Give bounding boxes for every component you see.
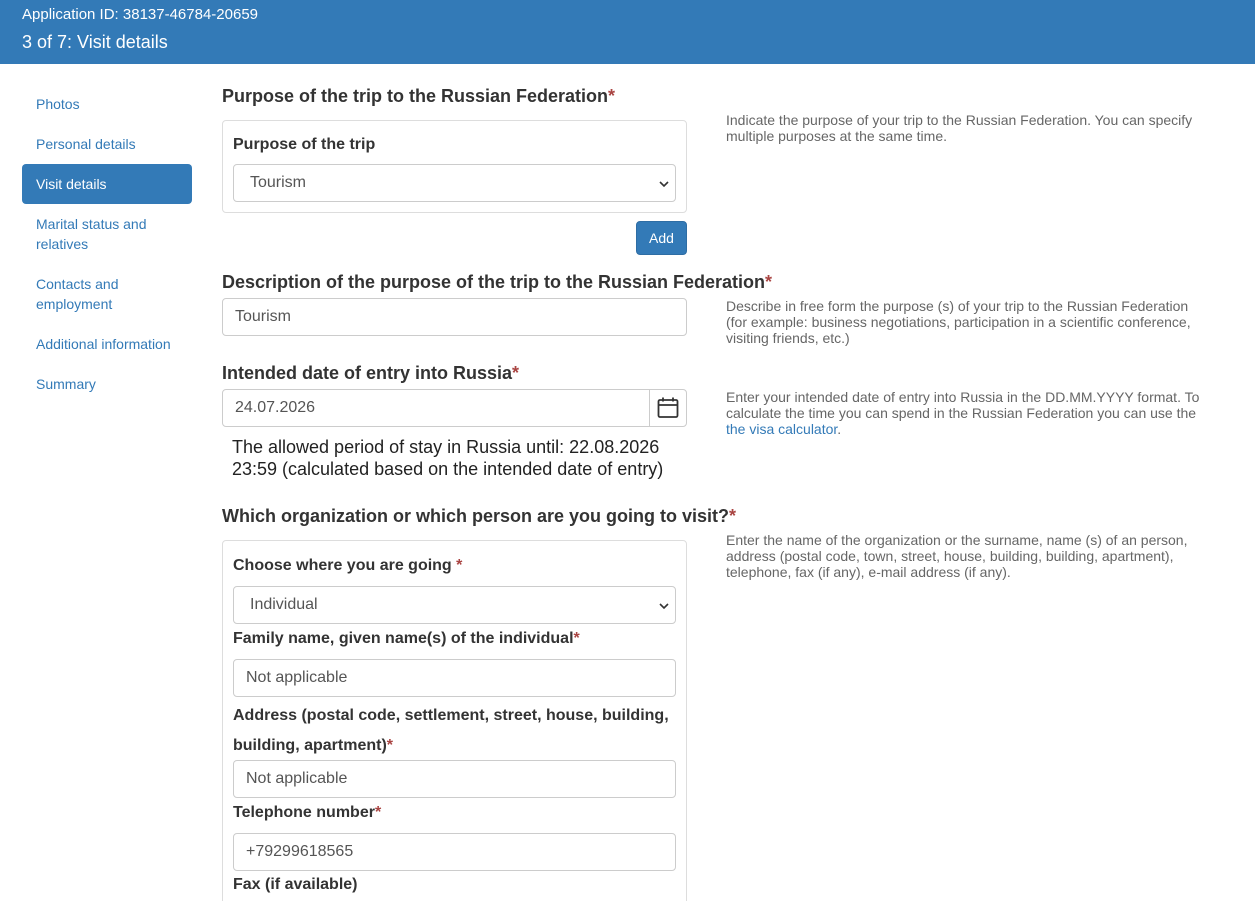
- visit-title-text: Which organization or which person are y…: [222, 506, 730, 526]
- visa-calculator-link[interactable]: the visa calculator: [726, 421, 837, 437]
- entry-date-title-text: Intended date of entry into Russia: [222, 363, 513, 383]
- sidebar-item-marital-status[interactable]: Marital status and relatives: [22, 204, 192, 264]
- sidebar-nav: Photos Personal details Visit details Ma…: [22, 84, 192, 404]
- sidebar-item-visit-details[interactable]: Visit details: [22, 164, 192, 204]
- required-mark: *: [456, 557, 463, 574]
- address-value: Not applicable: [246, 770, 348, 787]
- allowed-stay-note: The allowed period of stay in Russia unt…: [232, 437, 664, 479]
- individual-name-label-text: Family name, given name(s) of the indivi…: [233, 630, 574, 647]
- address-label-line1: Address (postal code, settlement, street…: [233, 707, 669, 724]
- individual-name-label: Family name, given name(s) of the indivi…: [233, 630, 580, 648]
- individual-name-value: Not applicable: [246, 669, 348, 686]
- fax-label: Fax (if available): [233, 876, 358, 893]
- top-bar: Application ID: 38137-46784-20659 3 of 7…: [0, 0, 1255, 64]
- address-label-line2: building, apartment): [233, 737, 387, 754]
- required-mark: *: [374, 804, 382, 821]
- chevron-down-icon: [659, 181, 669, 188]
- add-purpose-button[interactable]: Add: [636, 221, 687, 255]
- calendar-icon: [657, 397, 679, 418]
- purpose-field-label: Purpose of the trip: [233, 136, 376, 153]
- address-input[interactable]: Not applicable: [233, 760, 676, 798]
- description-input-value: Tourism: [235, 308, 292, 325]
- chevron-down-icon: [659, 603, 669, 610]
- purpose-section-title: Purpose of the trip to the Russian Feder…: [222, 86, 615, 107]
- sidebar-item-personal-details[interactable]: Personal details: [22, 124, 192, 164]
- step-title: 3 of 7: Visit details: [22, 32, 168, 52]
- entry-date-section-title: Intended date of entry into Russia*: [222, 363, 519, 384]
- where-label-text: Choose where you are going: [233, 557, 452, 574]
- visit-help-text: Enter the name of the organization or th…: [726, 532, 1188, 580]
- sidebar-item-summary[interactable]: Summary: [22, 364, 192, 404]
- purpose-help-text: Indicate the purpose of your trip to the…: [726, 112, 1193, 144]
- entry-date-help-text: Enter your intended date of entry into R…: [726, 389, 1201, 437]
- visit-box: Choose where you are going * Individual …: [222, 540, 687, 901]
- description-input[interactable]: Tourism: [222, 298, 687, 336]
- required-mark: *: [573, 630, 580, 647]
- telephone-input[interactable]: +79299618565: [233, 833, 676, 871]
- visit-section-title: Which organization or which person are y…: [222, 506, 736, 527]
- purpose-select[interactable]: Tourism: [233, 164, 676, 202]
- individual-name-input[interactable]: Not applicable: [233, 659, 676, 697]
- entry-date-help-prefix: Enter your intended date of entry into R…: [726, 389, 1200, 421]
- required-mark: *: [765, 272, 773, 292]
- telephone-value: +79299618565: [246, 843, 354, 860]
- purpose-select-value: Tourism: [250, 174, 307, 191]
- calendar-button[interactable]: [649, 389, 687, 427]
- where-label: Choose where you are going *: [233, 557, 462, 575]
- telephone-label-text: Telephone number: [233, 804, 375, 821]
- entry-date-help-suffix: .: [837, 421, 842, 437]
- description-title-text: Description of the purpose of the trip t…: [222, 272, 766, 292]
- sidebar-item-photos[interactable]: Photos: [22, 84, 192, 124]
- where-select-value: Individual: [250, 596, 318, 613]
- entry-date-value: 24.07.2026: [235, 399, 316, 416]
- sidebar-item-contacts-employment[interactable]: Contacts and employment: [22, 264, 192, 324]
- required-mark: *: [512, 363, 520, 383]
- sidebar-item-additional-information[interactable]: Additional information: [22, 324, 192, 364]
- description-section-title: Description of the purpose of the trip t…: [222, 272, 772, 293]
- address-label: Address (postal code, settlement, street…: [233, 701, 669, 761]
- required-mark: *: [608, 86, 616, 106]
- description-help-text: Describe in free form the purpose (s) of…: [726, 298, 1191, 346]
- required-mark: *: [386, 737, 394, 754]
- entry-date-input[interactable]: 24.07.2026: [222, 389, 650, 427]
- where-select[interactable]: Individual: [233, 586, 676, 624]
- purpose-title-text: Purpose of the trip to the Russian Feder…: [222, 86, 609, 106]
- purpose-box: Purpose of the trip Tourism: [222, 120, 687, 213]
- application-id: Application ID: 38137-46784-20659: [22, 6, 259, 23]
- required-mark: *: [729, 506, 737, 526]
- telephone-label: Telephone number*: [233, 804, 381, 822]
